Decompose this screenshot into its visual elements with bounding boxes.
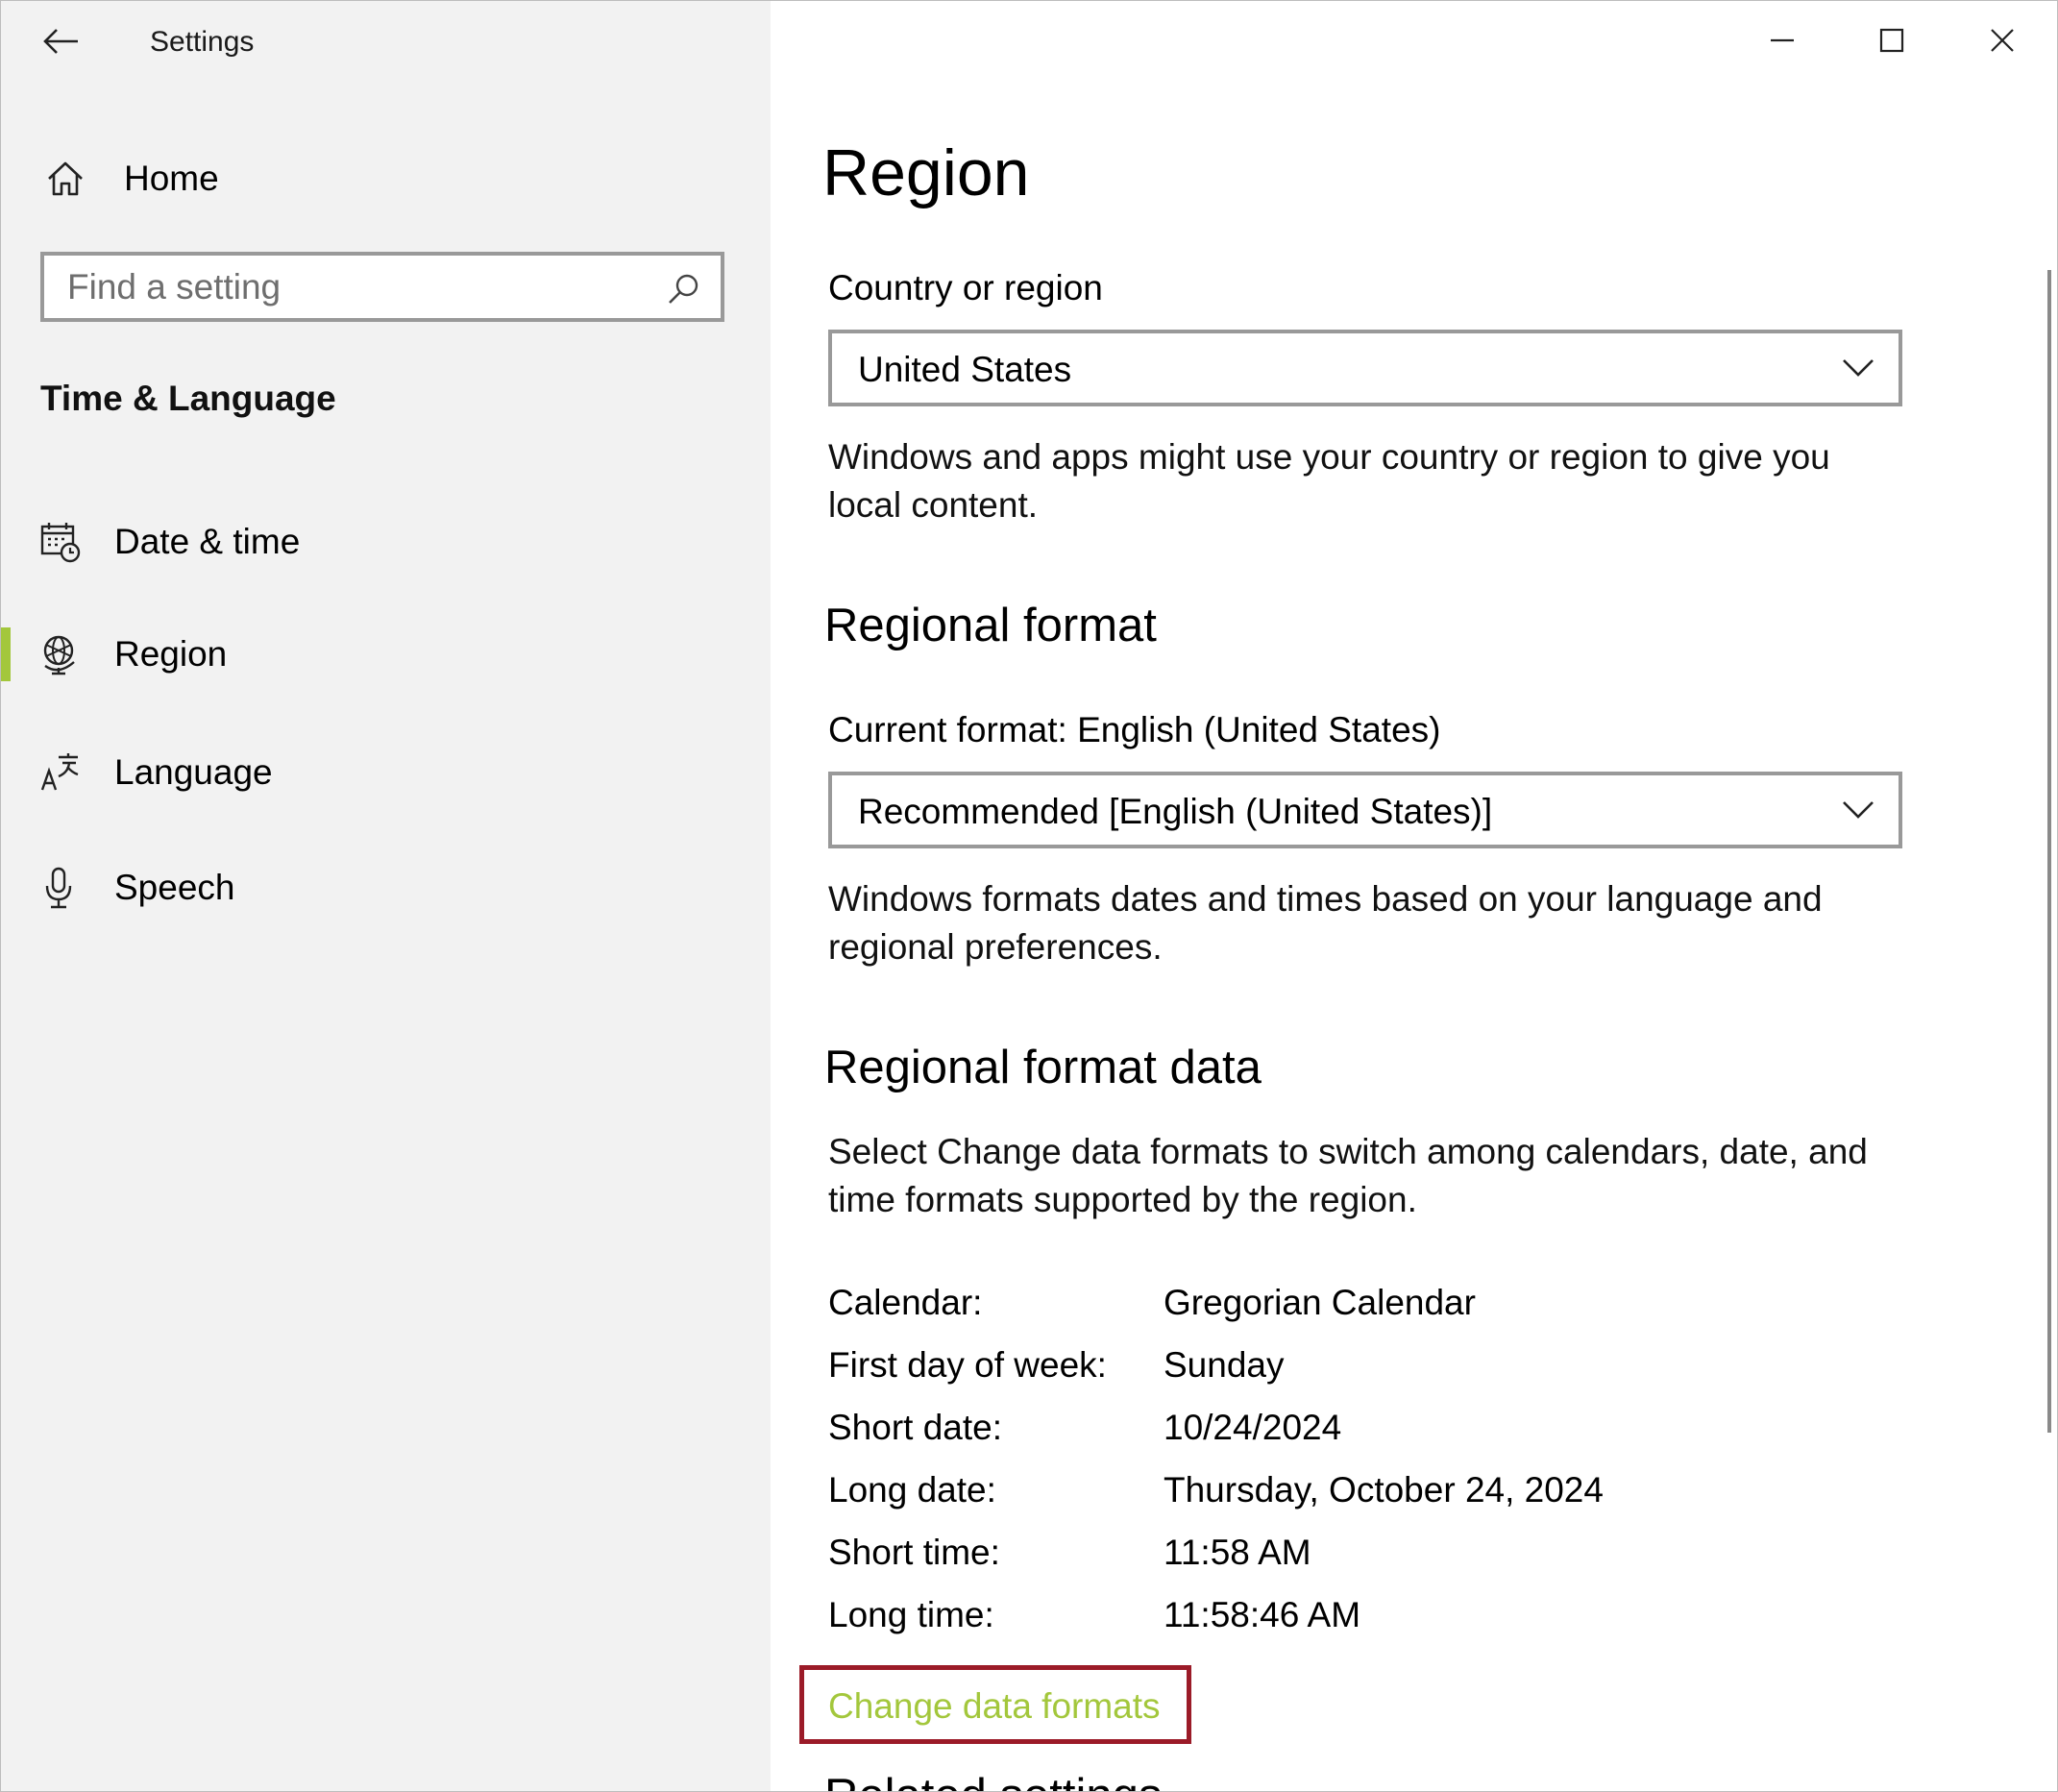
- scrollbar[interactable]: [2047, 270, 2051, 1433]
- search-box[interactable]: [40, 252, 724, 322]
- country-value: United States: [858, 350, 1072, 389]
- country-dropdown[interactable]: United States: [828, 330, 1902, 406]
- format-row-key: Long time:: [828, 1595, 994, 1634]
- format-row-key: Short date:: [828, 1408, 1003, 1447]
- language-icon: [40, 753, 79, 791]
- sidebar: Settings Home Time & Language Date: [1, 1, 771, 1791]
- format-row-value: Thursday, October 24, 2024: [1164, 1470, 1604, 1510]
- sidebar-item-label: Date & time: [114, 522, 301, 561]
- sidebar-item-label: Speech: [114, 868, 235, 907]
- home-icon: [48, 161, 83, 196]
- sidebar-item-label: Language: [114, 752, 273, 792]
- change-data-formats-highlight: Change data formats: [799, 1665, 1191, 1744]
- minimize-button[interactable]: [1729, 9, 1835, 72]
- globe-icon: [43, 635, 75, 675]
- main-content: Region Country or region United States W…: [771, 1, 2057, 1791]
- change-data-formats-link[interactable]: Change data formats: [828, 1686, 1161, 1727]
- regional-format-description: Windows formats dates and times based on…: [828, 879, 1823, 967]
- format-row-value: 11:58:46 AM: [1164, 1595, 1361, 1634]
- settings-window: Settings Home Time & Language Date: [0, 0, 2058, 1792]
- page-title: Region: [822, 136, 1030, 209]
- chevron-down-icon: [1843, 359, 1874, 377]
- format-data-description: Select Change data formats to switch amo…: [828, 1132, 1868, 1219]
- search-input[interactable]: [67, 256, 663, 318]
- format-row-value: 10/24/2024: [1164, 1408, 1342, 1447]
- maximize-button[interactable]: [1839, 9, 1945, 72]
- home-nav-item[interactable]: Home: [39, 145, 219, 212]
- maximize-icon: [1879, 28, 1904, 53]
- country-description: Windows and apps might use your country …: [828, 437, 1830, 525]
- home-label: Home: [124, 159, 219, 198]
- chevron-down-icon: [1843, 801, 1874, 819]
- minimize-icon: [1771, 38, 1794, 42]
- current-format-label: Current format: English (United States): [828, 710, 1441, 749]
- back-arrow-icon: [43, 29, 78, 54]
- format-row-key: Short time:: [828, 1533, 1000, 1572]
- close-button[interactable]: [1949, 9, 2055, 72]
- format-row-value: 11:58 AM: [1164, 1533, 1311, 1572]
- microphone-icon: [45, 867, 72, 909]
- format-row-key: Calendar:: [828, 1283, 983, 1322]
- sidebar-item-region[interactable]: Region: [1, 611, 771, 698]
- format-row-key: First day of week:: [828, 1345, 1107, 1385]
- close-icon: [1991, 29, 2014, 52]
- calendar-clock-icon: [40, 523, 81, 563]
- format-row-value: Gregorian Calendar: [1164, 1283, 1476, 1322]
- related-settings-heading: Related settings: [824, 1769, 1162, 1791]
- sidebar-item-speech[interactable]: Speech: [1, 845, 771, 931]
- regional-format-value: Recommended [English (United States)]: [858, 792, 1493, 831]
- regional-format-heading: Regional format: [824, 600, 1157, 651]
- format-row-key: Long date:: [828, 1470, 996, 1510]
- format-data-heading: Regional format data: [824, 1042, 1262, 1093]
- app-title: Settings: [150, 26, 255, 58]
- back-button[interactable]: [22, 12, 99, 70]
- search-icon[interactable]: [667, 273, 699, 306]
- section-title: Time & Language: [40, 379, 336, 418]
- sidebar-item-date-time[interactable]: Date & time: [1, 499, 771, 585]
- country-label: Country or region: [828, 268, 1103, 307]
- regional-format-dropdown[interactable]: Recommended [English (United States)]: [828, 772, 1902, 848]
- sidebar-item-language[interactable]: Language: [1, 729, 771, 816]
- format-row-value: Sunday: [1164, 1345, 1285, 1385]
- sidebar-item-label: Region: [114, 634, 228, 674]
